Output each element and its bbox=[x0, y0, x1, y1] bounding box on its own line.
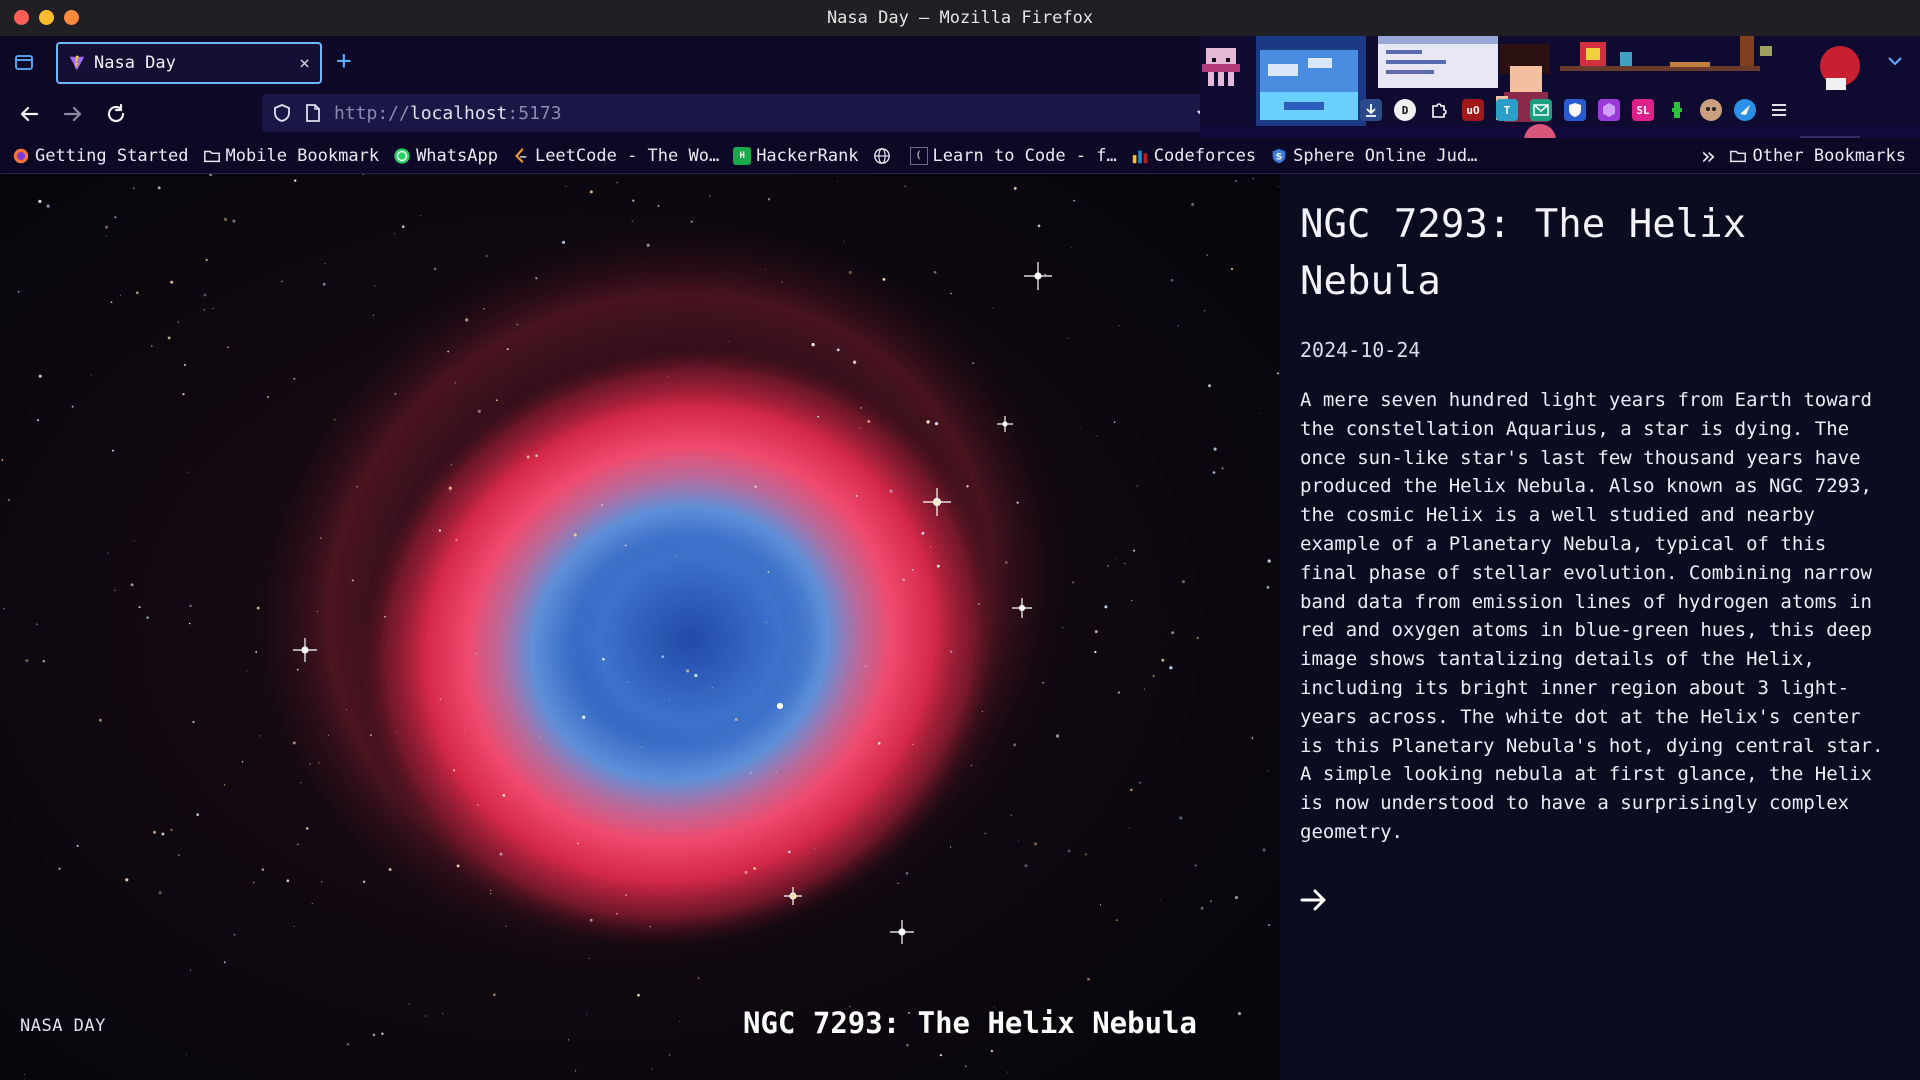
reload-icon bbox=[107, 103, 125, 123]
firefox-icon bbox=[13, 148, 29, 163]
tab-list-icon bbox=[15, 55, 33, 70]
shield-icon[interactable] bbox=[272, 103, 292, 123]
bookmark-codeforces[interactable]: Codeforces bbox=[1131, 146, 1256, 166]
alien-extension-icon[interactable] bbox=[1666, 99, 1688, 121]
bookmark-whatsapp[interactable]: WhatsApp bbox=[393, 146, 498, 166]
reload-button[interactable] bbox=[103, 101, 129, 127]
hackerrank-icon: H bbox=[733, 146, 752, 165]
svg-text:S: S bbox=[1276, 152, 1282, 162]
bookmark-sphere-online-judge[interactable]: S Sphere Online Jud… bbox=[1270, 146, 1477, 166]
tab-nasa-day[interactable]: Nasa Day × bbox=[56, 42, 322, 84]
spoj-icon: S bbox=[1272, 148, 1286, 163]
apod-image: NASA DAY bbox=[0, 174, 1280, 1080]
arrow-right-icon bbox=[63, 106, 82, 122]
bookmarks-overflow-chevron-icon[interactable]: » bbox=[1701, 142, 1715, 170]
extensions-toolbar: D uO T SL bbox=[1360, 99, 1790, 121]
apod-description: A mere seven hundred light years from Ea… bbox=[1300, 389, 1884, 843]
tab-title: Nasa Day bbox=[94, 53, 176, 73]
sl-extension-icon[interactable]: SL bbox=[1632, 99, 1654, 121]
bookmark-learn-to-code[interactable]: ( Learn to Code - f… bbox=[909, 146, 1117, 166]
list-all-tabs-chevron-icon[interactable] bbox=[1886, 54, 1904, 68]
apod-info-panel: NGC 7293: The Helix Nebula 2024-10-24 A … bbox=[1280, 174, 1908, 1080]
apod-date: 2024-10-24 bbox=[1300, 338, 1421, 362]
arrow-left-icon bbox=[20, 106, 39, 122]
menu-icon[interactable] bbox=[1768, 99, 1790, 121]
page-icon[interactable] bbox=[304, 103, 322, 123]
bookmarks-right-group: » Other Bookmarks bbox=[1701, 138, 1906, 174]
url-text[interactable]: http://localhost:5173 bbox=[334, 103, 562, 124]
bookmark-globe[interactable] bbox=[873, 147, 896, 165]
apod-title: NGC 7293: The Helix Nebula bbox=[1300, 202, 1747, 304]
other-bookmarks-folder[interactable]: Other Bookmarks bbox=[1729, 146, 1906, 166]
mail-icon[interactable] bbox=[1530, 99, 1552, 121]
hexagon-extension-icon[interactable] bbox=[1598, 99, 1620, 121]
next-day-button[interactable] bbox=[1300, 885, 1330, 915]
folder-icon bbox=[1730, 150, 1747, 163]
download-icon[interactable] bbox=[1360, 99, 1382, 121]
shield-extension-icon[interactable] bbox=[1564, 99, 1586, 121]
codeforces-icon bbox=[1132, 150, 1147, 163]
tab-close-icon[interactable]: × bbox=[299, 53, 310, 74]
folder-icon bbox=[203, 150, 220, 162]
bird-extension-icon[interactable] bbox=[1734, 99, 1756, 121]
face-extension-icon[interactable] bbox=[1700, 99, 1722, 121]
leetcode-icon bbox=[515, 147, 527, 163]
window-titlebar: Nasa Day — Mozilla Firefox bbox=[0, 0, 1920, 36]
window-title: Nasa Day — Mozilla Firefox bbox=[826, 8, 1094, 28]
helix-nebula-image bbox=[0, 174, 1280, 1080]
whatsapp-icon bbox=[394, 147, 410, 164]
minimize-window-button[interactable] bbox=[39, 10, 54, 25]
new-tab-button[interactable]: + bbox=[336, 48, 352, 74]
page-content: NASA DAY NGC 7293: The Helix Nebula NGC … bbox=[0, 174, 1920, 1080]
tab-list-button[interactable] bbox=[12, 50, 36, 74]
window-controls bbox=[14, 10, 79, 25]
tab-extension-icon[interactable]: T bbox=[1496, 99, 1518, 121]
arrow-right-icon bbox=[1300, 889, 1326, 911]
url-bar[interactable]: http://localhost:5173 bbox=[262, 94, 1226, 132]
freecodecamp-icon: ( bbox=[909, 146, 928, 165]
maximize-window-button[interactable] bbox=[64, 10, 79, 25]
back-button[interactable] bbox=[16, 101, 42, 127]
puzzle-icon[interactable] bbox=[1428, 99, 1450, 121]
bookmark-mobile-bookmark[interactable]: Mobile Bookmark bbox=[203, 146, 379, 166]
bookmark-getting-started[interactable]: Getting Started bbox=[12, 146, 189, 166]
bookmark-leetcode[interactable]: LeetCode - The Wo… bbox=[512, 146, 719, 166]
bookmark-hackerrank[interactable]: H HackerRank bbox=[733, 146, 859, 166]
d-extension-icon[interactable]: D bbox=[1394, 99, 1416, 121]
vite-favicon-icon bbox=[69, 55, 85, 71]
bookmarks-toolbar: Getting Started Mobile Bookmark WhatsApp… bbox=[0, 138, 1920, 174]
ublock-icon[interactable]: uO bbox=[1462, 99, 1484, 121]
page-scrollbar[interactable] bbox=[1908, 174, 1920, 1080]
globe-icon bbox=[873, 147, 890, 164]
forward-button[interactable] bbox=[60, 101, 86, 127]
close-window-button[interactable] bbox=[14, 10, 29, 25]
